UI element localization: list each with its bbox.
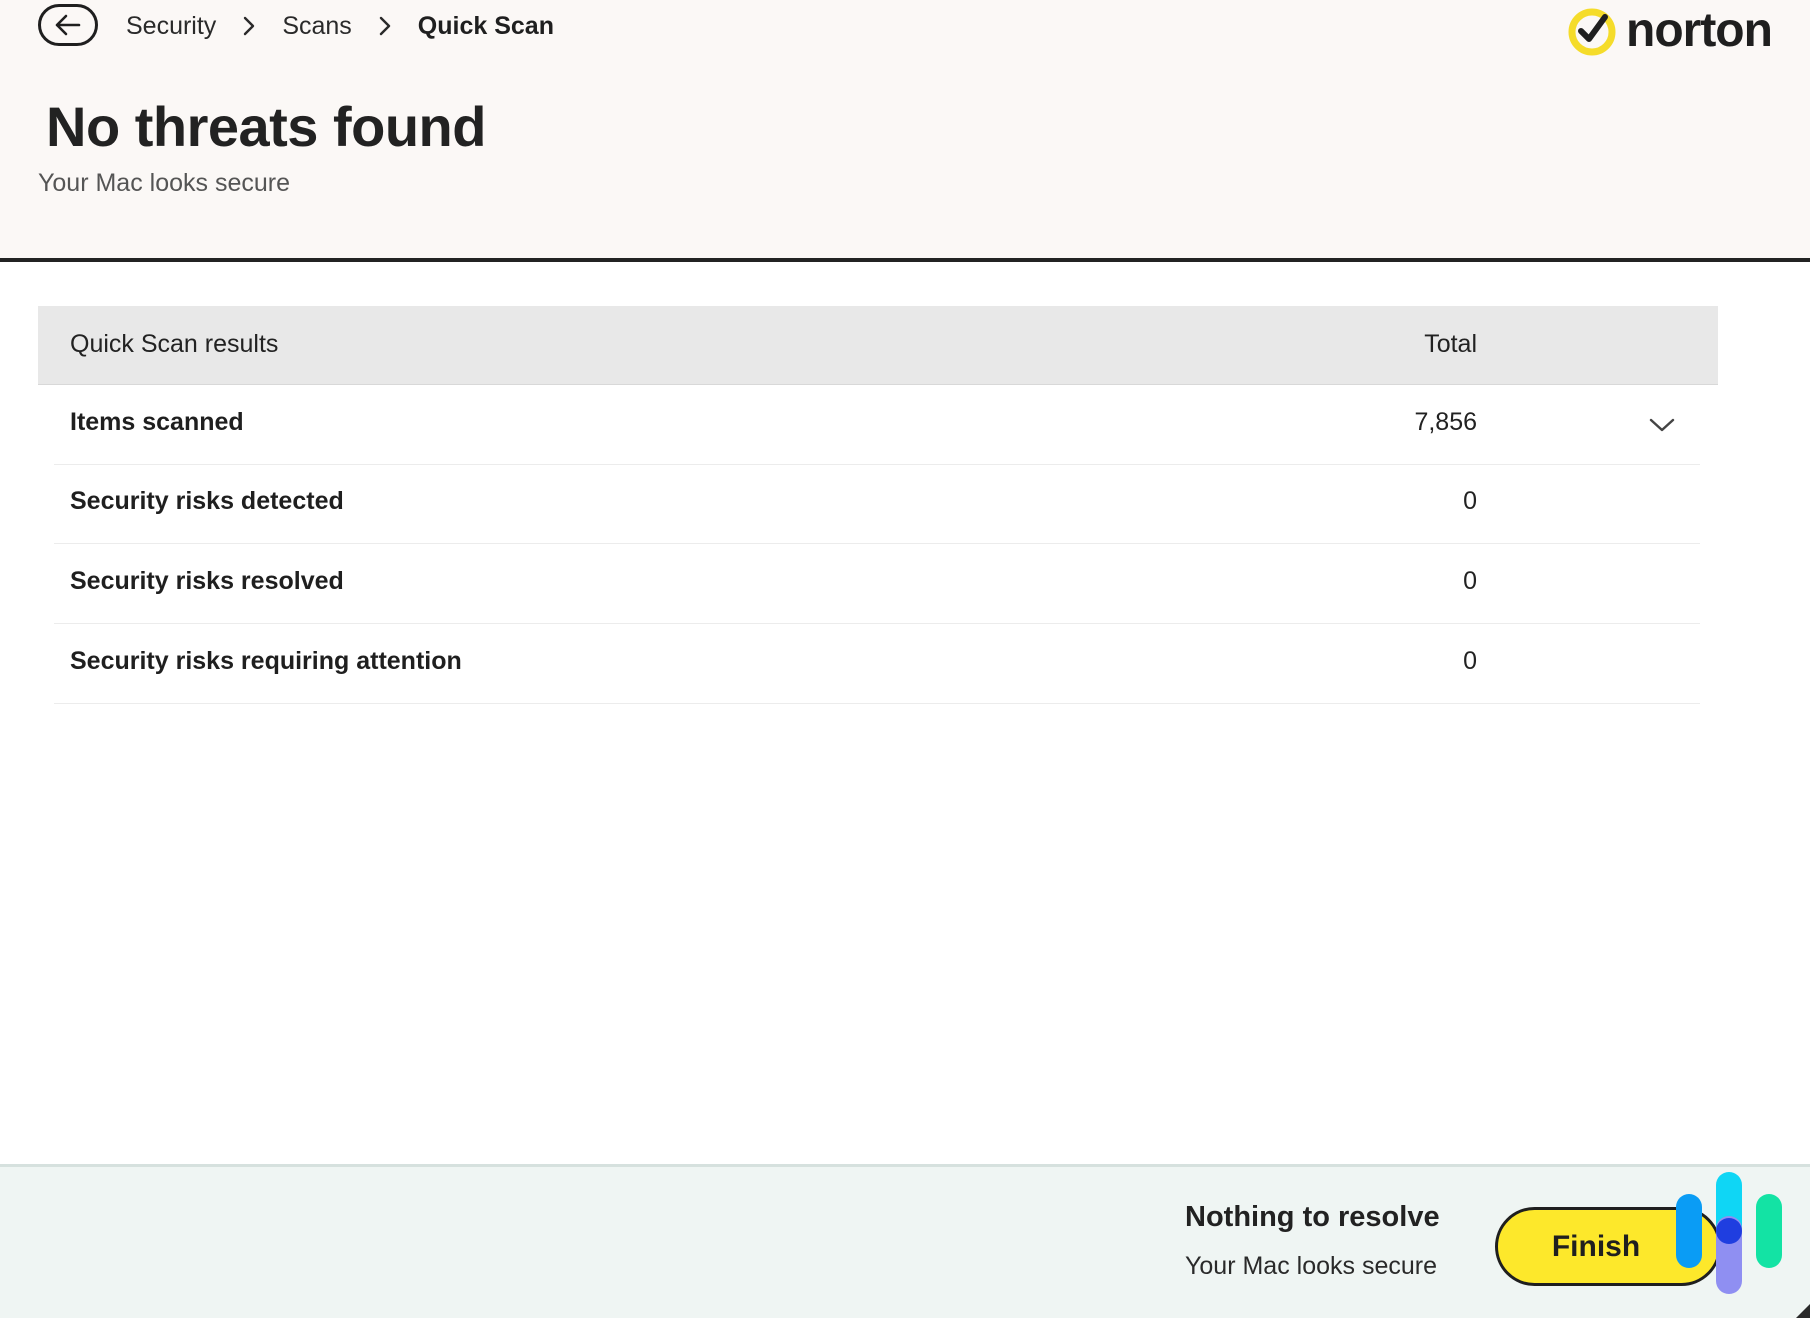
arrow-left-icon [55, 14, 81, 36]
row-value: 7,856 [1414, 408, 1477, 436]
chevron-right-icon [378, 15, 392, 37]
breadcrumb-security[interactable]: Security [126, 12, 216, 41]
row-label: Items scanned [70, 408, 244, 436]
row-label: Security risks resolved [70, 567, 344, 595]
table-row-risks-detected: Security risks detected 0 [54, 464, 1700, 544]
checkmark-circle-icon [1568, 8, 1616, 56]
footer-title: Nothing to resolve [1185, 1201, 1440, 1233]
page-subtitle: Your Mac looks secure [38, 169, 290, 197]
footer-subtitle: Your Mac looks secure [1185, 1252, 1437, 1280]
breadcrumb: Security Scans Quick Scan [126, 8, 554, 44]
page-footer: Nothing to resolve Your Mac looks secure… [0, 1164, 1810, 1318]
row-value: 0 [1463, 487, 1477, 515]
column-header-total: Total [1424, 330, 1477, 358]
table-row-risks-attention: Security risks requiring attention 0 [54, 624, 1700, 704]
column-header-results: Quick Scan results [70, 330, 279, 358]
back-button[interactable] [38, 4, 98, 46]
page-title: No threats found [46, 95, 486, 158]
chevron-right-icon [242, 15, 256, 37]
finish-button[interactable]: Finish [1495, 1207, 1721, 1286]
row-label: Security risks requiring attention [70, 647, 462, 675]
breadcrumb-scans[interactable]: Scans [282, 12, 351, 41]
results-table-header: Quick Scan results Total [38, 306, 1718, 385]
norton-logo: norton [1566, 4, 1773, 57]
row-value: 0 [1463, 647, 1477, 675]
table-row-items-scanned[interactable]: Items scanned 7,856 [54, 385, 1700, 465]
chevron-down-icon[interactable] [1648, 411, 1676, 439]
breadcrumb-quick-scan: Quick Scan [417, 11, 554, 40]
page-header: Security Scans Quick Scan norton No thre… [0, 0, 1810, 262]
row-value: 0 [1463, 567, 1477, 595]
row-label: Security risks detected [70, 487, 344, 515]
table-row-risks-resolved: Security risks resolved 0 [54, 544, 1700, 624]
resize-grip-icon[interactable] [1796, 1304, 1810, 1318]
logo-text: norton [1626, 4, 1773, 57]
